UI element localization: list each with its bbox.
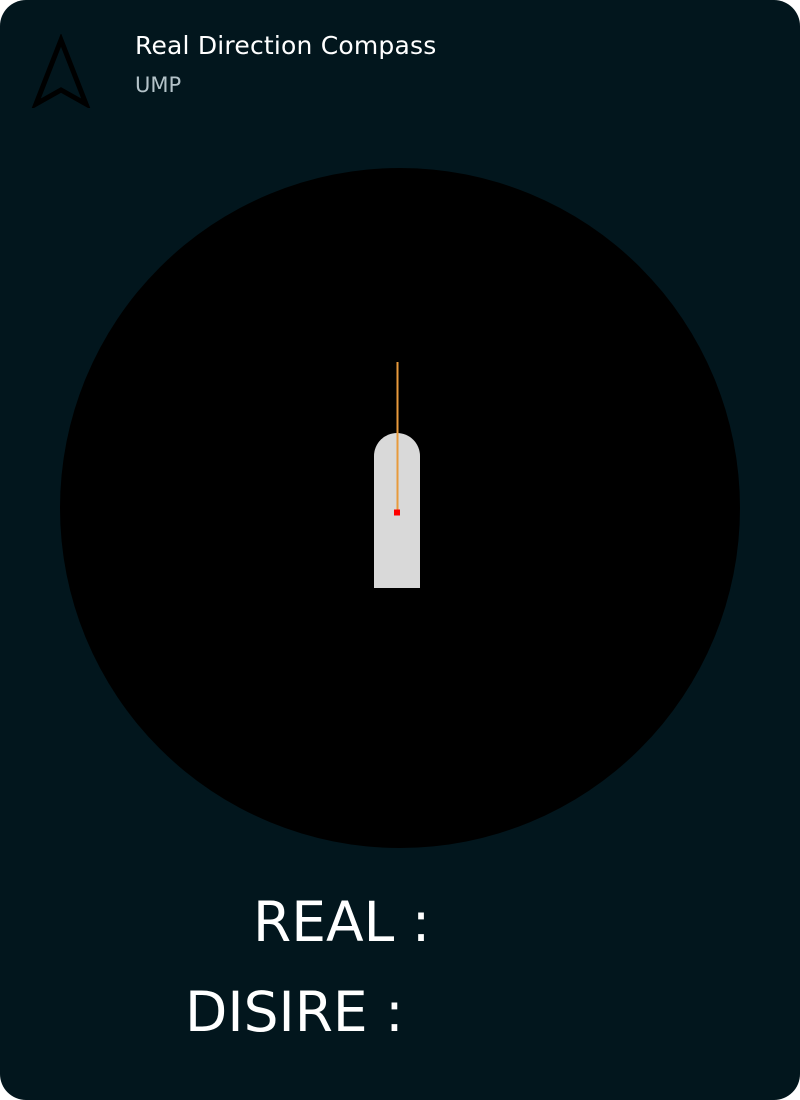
app-subtitle: UMP <box>135 73 182 97</box>
navigation-arrow-icon <box>30 33 92 110</box>
compass-boat <box>374 362 420 588</box>
app-title: Real Direction Compass <box>135 31 437 60</box>
center-marker <box>394 509 400 516</box>
desired-direction-label: DISIRE : <box>185 980 404 1044</box>
real-direction-label: REAL : <box>253 890 431 954</box>
app-window: Real Direction Compass UMP REAL : DISIRE… <box>0 0 800 1100</box>
